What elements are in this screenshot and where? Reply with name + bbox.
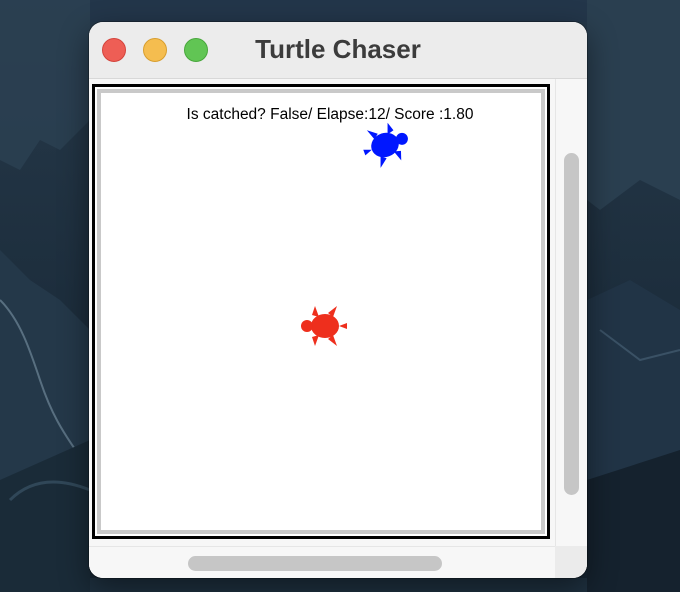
window-content: Is catched? False/ Elapse:12/ Score :1.8… — [89, 79, 587, 578]
turtle-canvas-frame: Is catched? False/ Elapse:12/ Score :1.8… — [92, 84, 550, 539]
horizontal-scroll-thumb[interactable] — [188, 556, 442, 571]
vertical-scroll-thumb[interactable] — [564, 153, 579, 495]
turtle-chaser-window: Turtle Chaser Is catched? False/ Elapse:… — [89, 22, 587, 578]
target-turtle — [301, 306, 347, 346]
chaser-turtle — [363, 122, 408, 168]
status-text: Is catched? False/ Elapse:12/ Score :1.8… — [186, 106, 474, 123]
window-title: Turtle Chaser — [255, 34, 421, 64]
title-bar[interactable]: Turtle Chaser — [89, 22, 587, 79]
scroll-corner — [555, 546, 587, 578]
